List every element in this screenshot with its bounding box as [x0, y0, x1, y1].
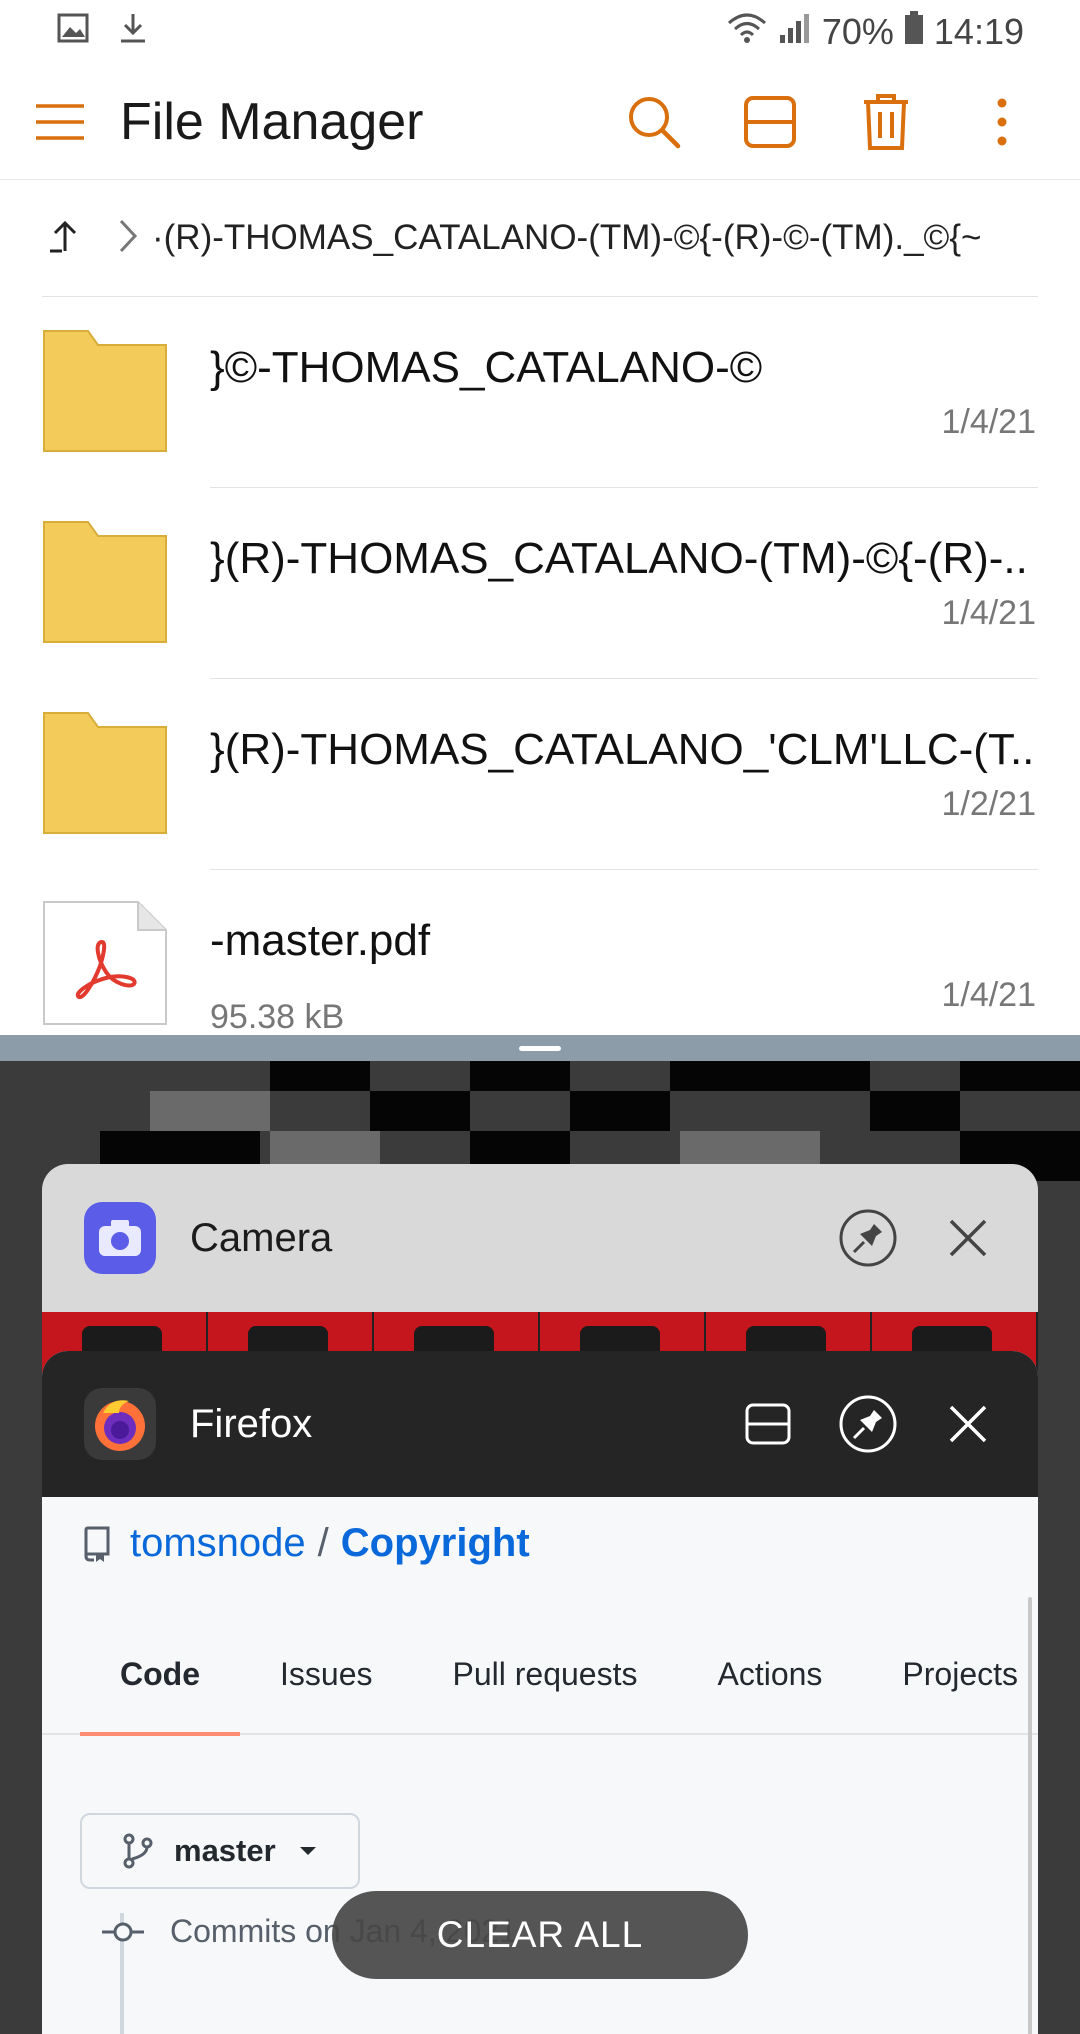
repo-tabs: Code Issues Pull requests Actions Projec…	[42, 1614, 1038, 1736]
pin-app-button[interactable]	[818, 1188, 918, 1288]
hamburger-menu-button[interactable]	[0, 64, 120, 180]
git-branch-icon	[123, 1833, 153, 1869]
split-screen-button[interactable]	[718, 1374, 818, 1474]
close-app-button[interactable]	[918, 1188, 1018, 1288]
repo-icon	[84, 1526, 110, 1562]
split-view-button[interactable]	[712, 64, 828, 180]
battery-percent: 70%	[821, 11, 894, 52]
close-icon	[949, 1405, 987, 1443]
list-item[interactable]: }©-THOMAS_CATALANO-© 1/4/21	[0, 297, 1080, 488]
list-item[interactable]: }(R)-THOMAS_CATALANO-(TM)-©{-(R)-.. 1/4/…	[0, 488, 1080, 679]
folder-icon	[43, 330, 167, 452]
file-date: 1/2/21	[941, 785, 1036, 823]
status-bar: 70% 14:19	[0, 0, 1080, 64]
recent-apps-panel: Camera Firefox tomsnode / Copyright Code…	[0, 1061, 1080, 2034]
battery-icon	[904, 10, 924, 54]
signal-icon	[778, 11, 812, 54]
wallpaper-pattern	[0, 1061, 1080, 1181]
app-bar: File Manager	[0, 64, 1080, 180]
split-view-icon	[744, 95, 796, 148]
search-icon	[629, 96, 681, 148]
file-date: 1/4/21	[941, 976, 1036, 1014]
wifi-icon	[726, 11, 768, 54]
card-header: Firefox	[42, 1351, 1038, 1497]
tab-code[interactable]: Code	[80, 1614, 240, 1736]
firefox-app-icon[interactable]	[84, 1388, 156, 1460]
folder-icon	[43, 712, 167, 834]
navigate-up-button[interactable]	[48, 219, 82, 258]
pdf-file-icon	[43, 901, 167, 1025]
file-name: -master.pdf	[210, 916, 431, 965]
delete-button[interactable]	[828, 64, 944, 180]
repo-owner-link[interactable]: tomsnode	[130, 1521, 306, 1566]
list-item[interactable]: }(R)-THOMAS_CATALANO_'CLM'LLC-(T.. 1/2/2…	[0, 679, 1080, 870]
caret-down-icon	[299, 1847, 316, 1855]
breadcrumb: ·(R)-THOMAS_CATALANO-(TM)-©{-(R)-©-(TM).…	[0, 180, 1080, 296]
breadcrumb-path[interactable]: ·(R)-THOMAS_CATALANO-(TM)-©{-(R)-©-(TM).…	[152, 218, 981, 258]
file-date: 1/4/21	[941, 403, 1036, 441]
git-commit-icon	[102, 1922, 144, 1941]
chevron-right-icon	[118, 218, 138, 259]
close-icon	[949, 1219, 987, 1257]
folder-icon	[43, 521, 167, 643]
search-button[interactable]	[596, 64, 712, 180]
repo-separator: /	[317, 1521, 329, 1565]
list-item[interactable]: -master.pdf 95.38 kB 1/4/21	[0, 870, 1080, 1035]
file-date: 1/4/21	[941, 594, 1036, 632]
arrow-up-icon	[50, 220, 77, 252]
file-name: }(R)-THOMAS_CATALANO-(TM)-©{-(R)-..	[210, 534, 1028, 583]
trash-icon	[864, 93, 908, 150]
more-options-button[interactable]	[944, 64, 1060, 180]
gallery-notification-icon	[56, 11, 90, 54]
tab-projects[interactable]: Projects	[862, 1614, 1038, 1734]
card-title: Camera	[190, 1215, 333, 1260]
camera-app-icon[interactable]	[84, 1202, 156, 1274]
pin-icon	[839, 1395, 897, 1453]
divider-handle[interactable]	[519, 1045, 561, 1051]
tab-issues[interactable]: Issues	[240, 1614, 412, 1734]
branch-select-button[interactable]: master	[80, 1813, 360, 1889]
download-notification-icon	[116, 11, 150, 54]
close-app-button[interactable]	[918, 1374, 1018, 1474]
branch-name: master	[174, 1833, 276, 1868]
file-size: 95.38 kB	[210, 998, 345, 1035]
app-title: File Manager	[120, 92, 424, 151]
file-name: }(R)-THOMAS_CATALANO_'CLM'LLC-(T..	[210, 725, 1035, 774]
tab-pull-requests[interactable]: Pull requests	[412, 1614, 677, 1734]
card-title: Firefox	[190, 1401, 313, 1446]
split-screen-divider[interactable]	[0, 1035, 1080, 1061]
pin-icon	[839, 1209, 897, 1267]
more-vert-icon	[997, 98, 1007, 145]
tab-actions[interactable]: Actions	[677, 1614, 862, 1734]
file-list: }©-THOMAS_CATALANO-© 1/4/21 }(R)-THOMAS_…	[0, 297, 1080, 1035]
menu-icon	[36, 103, 84, 140]
card-header: Camera	[42, 1164, 1038, 1312]
clock: 14:19	[933, 11, 1024, 52]
clear-all-button[interactable]: CLEAR ALL	[332, 1891, 748, 1979]
repo-breadcrumb: tomsnode / Copyright	[82, 1521, 530, 1566]
scrollbar[interactable]	[1028, 1597, 1032, 2034]
file-name: }©-THOMAS_CATALANO-©	[210, 343, 763, 392]
split-view-icon	[745, 1403, 791, 1445]
pin-app-button[interactable]	[818, 1374, 918, 1474]
repo-name-link[interactable]: Copyright	[341, 1521, 530, 1566]
